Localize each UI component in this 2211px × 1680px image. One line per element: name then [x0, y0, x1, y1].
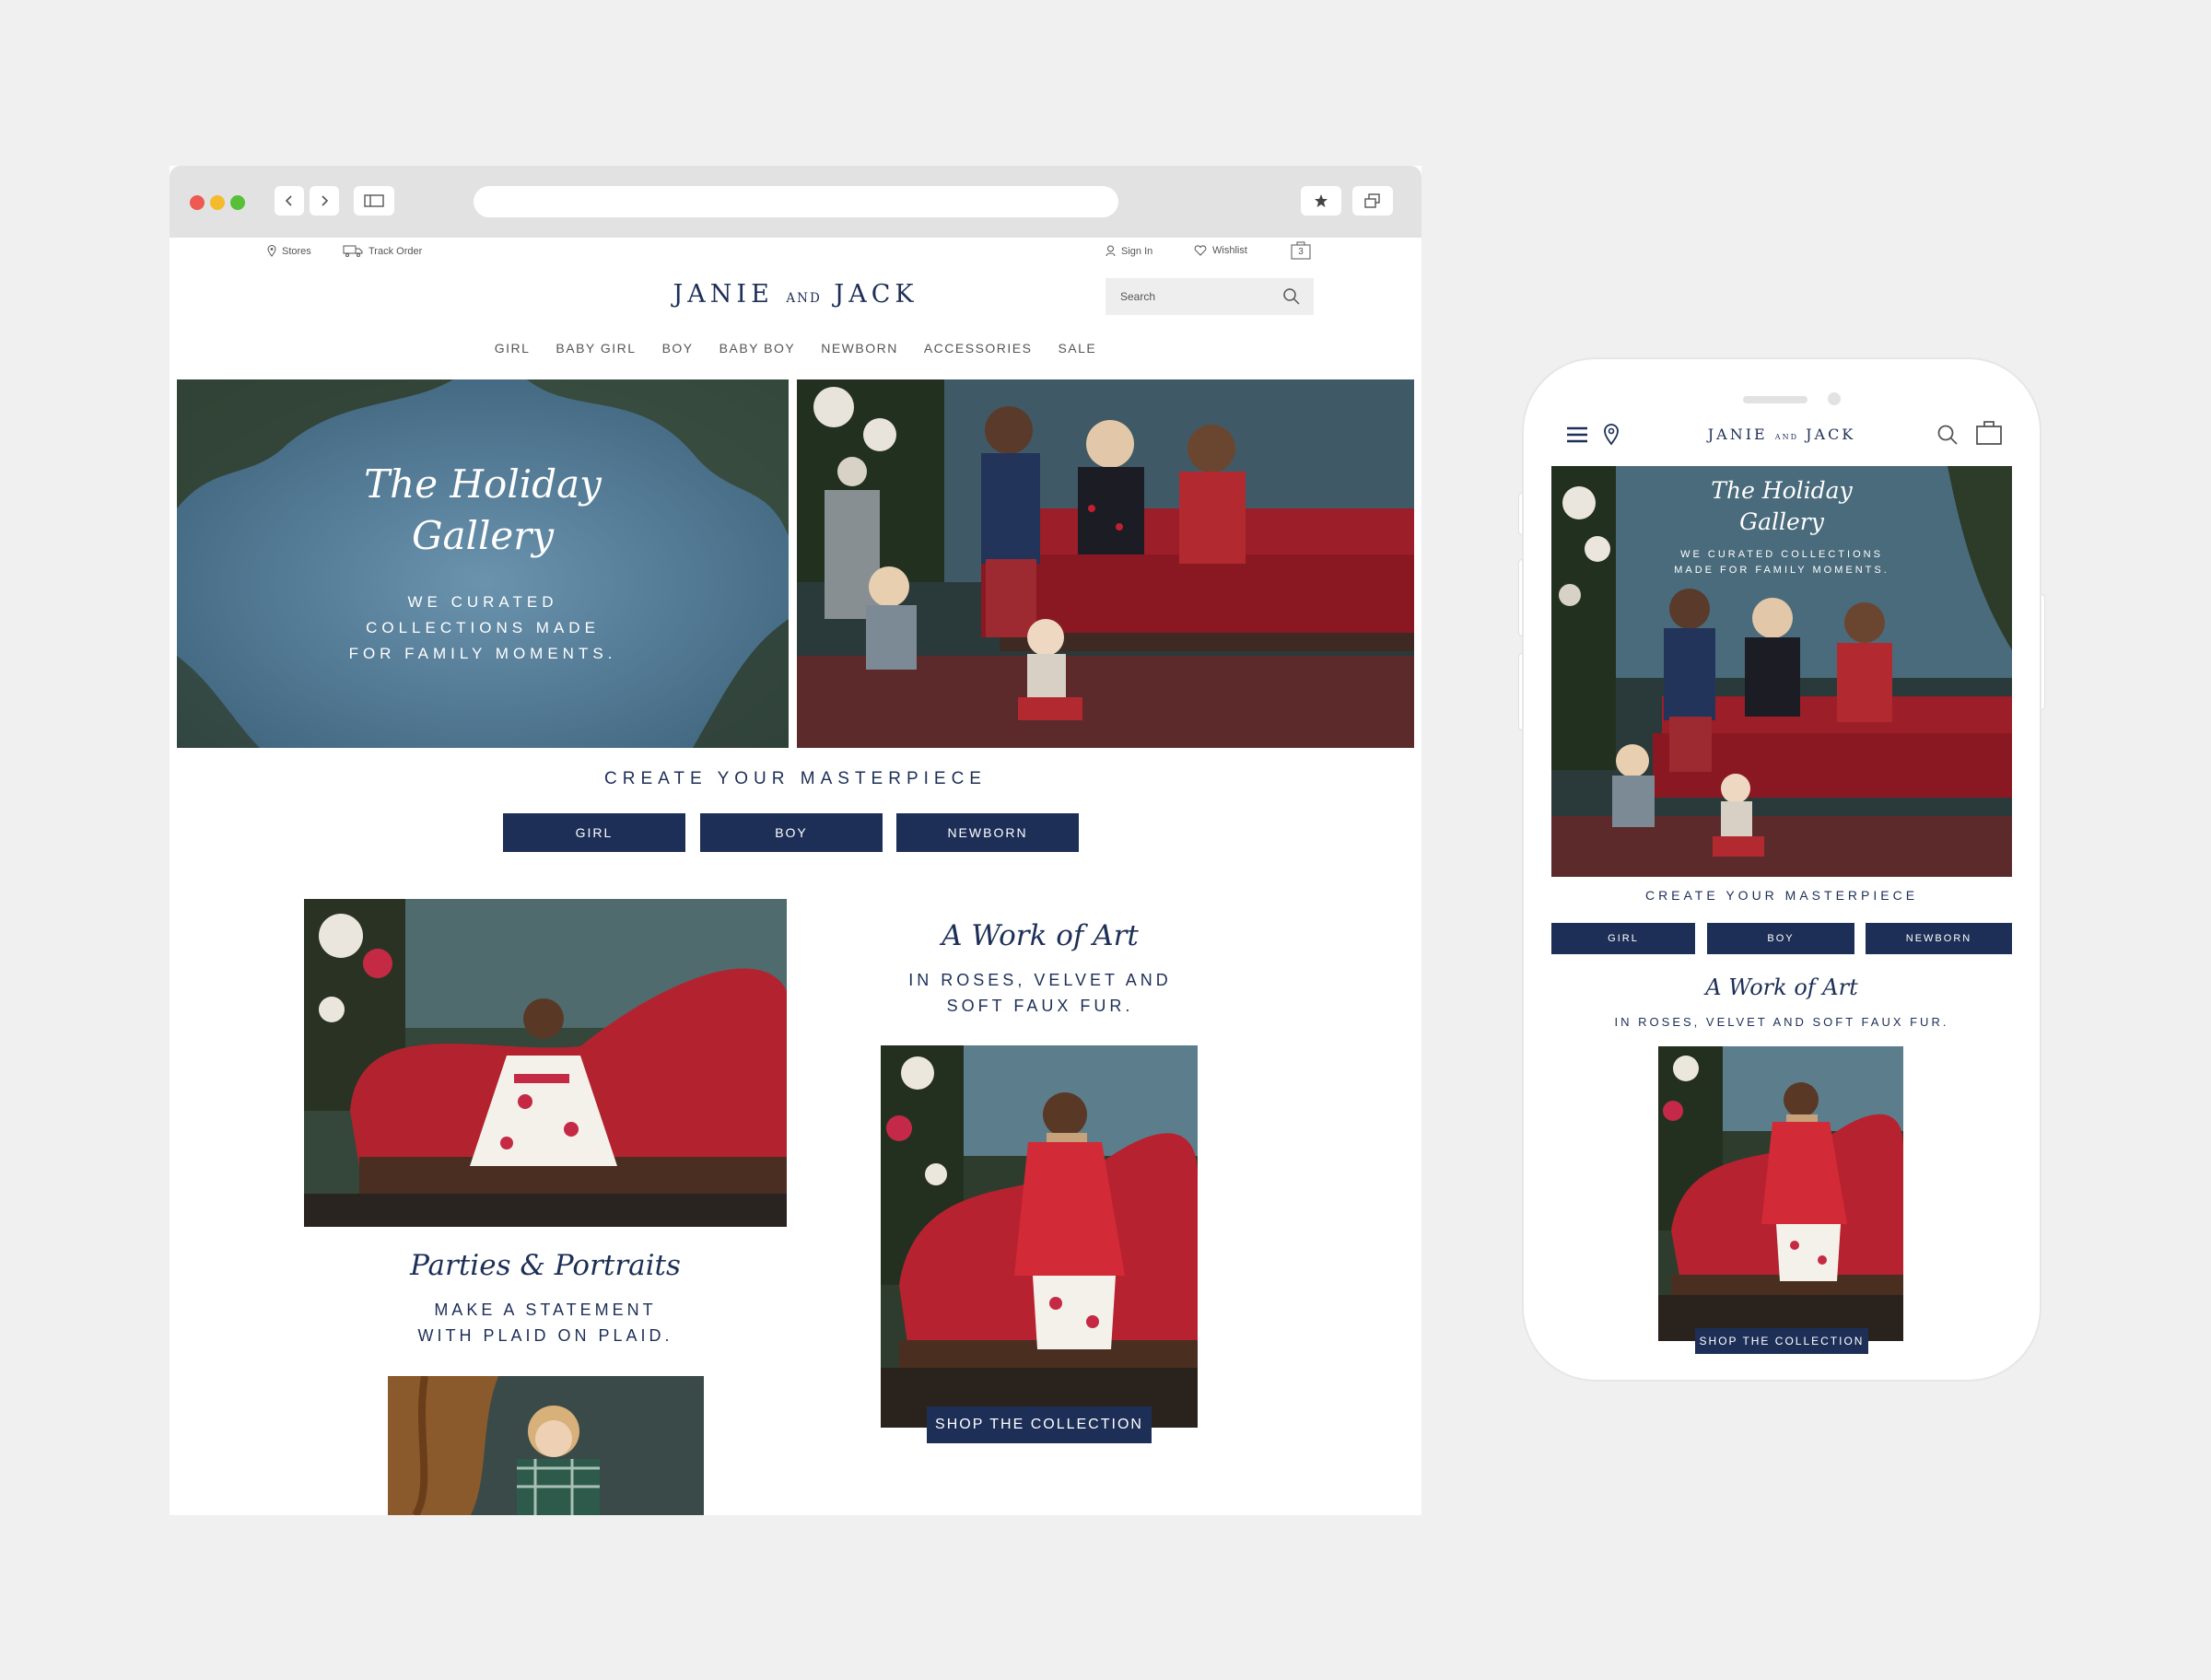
phone-shop-the-collection-button[interactable]: SHOP THE COLLECTION [1695, 1328, 1868, 1354]
masterpiece-heading: CREATE YOUR MASTERPIECE [604, 769, 987, 788]
nav-baby-boy[interactable]: BABY BOY [719, 341, 796, 356]
wishlist-label: Wishlist [1212, 245, 1247, 256]
search-input[interactable]: Search [1106, 278, 1314, 315]
cart-count: 3 [1298, 247, 1304, 257]
logo-word-and: AND [786, 291, 822, 306]
phone-work-of-art-line1: IN ROSES, VELVET AND SOFT FAUX FUR. [1614, 1015, 1949, 1029]
girl-floral-dress-photo[interactable] [304, 899, 787, 1227]
shopping-bag-icon: 3 [1290, 239, 1312, 260]
phone-masterpiece-heading: CREATE YOUR MASTERPIECE [1644, 888, 1919, 903]
shop-girl-button[interactable]: GIRL [503, 813, 685, 852]
girl-red-coat-photo[interactable] [881, 1045, 1198, 1428]
sign-in-label: Sign In [1121, 245, 1153, 257]
nav-boy[interactable]: BOY [662, 341, 694, 356]
phone-shop-girl-button[interactable]: GIRL [1551, 923, 1695, 954]
search-placeholder: Search [1120, 290, 1156, 303]
logo-word-jack: JACK [834, 280, 918, 309]
work-of-art-line1: IN ROSES, VELVET AND [908, 971, 1172, 989]
bookmark-star-icon[interactable] [1301, 186, 1341, 216]
nav-sale[interactable]: SALE [1058, 341, 1096, 356]
boy-plaid-photo[interactable] [388, 1376, 704, 1515]
main-navigation: GIRL BABY GIRL BOY BABY BOY NEWBORN ACCE… [170, 341, 1421, 356]
shop-the-collection-button[interactable]: SHOP THE COLLECTION [927, 1406, 1152, 1443]
nav-newborn[interactable]: NEWBORN [821, 341, 898, 356]
phone-logo-word-jack: JACK [1806, 426, 1856, 443]
parties-portraits-title: Parties & Portraits [410, 1249, 681, 1282]
hero-title-line2: Gallery [411, 513, 555, 558]
sign-in-link[interactable]: Sign In [1106, 245, 1152, 257]
new-window-icon[interactable] [1352, 186, 1393, 216]
close-window-icon[interactable] [190, 195, 205, 210]
nav-baby-girl[interactable]: BABY GIRL [556, 341, 636, 356]
painted-sky-backdrop [177, 379, 789, 748]
minimize-window-icon[interactable] [210, 195, 225, 210]
search-icon[interactable] [1282, 287, 1301, 306]
stores-link[interactable]: Stores [267, 245, 311, 257]
shop-newborn-button[interactable]: NEWBORN [896, 813, 1079, 852]
wishlist-link[interactable]: Wishlist [1194, 245, 1247, 256]
shop-boy-button[interactable]: BOY [700, 813, 883, 852]
track-order-label: Track Order [368, 245, 423, 257]
hero-sub-line3: FOR FAMILY MOMENTS. [348, 645, 617, 662]
truck-icon [343, 245, 363, 257]
phone-search-icon[interactable] [1936, 424, 1959, 446]
heart-icon [1194, 245, 1207, 256]
work-of-art-title: A Work of Art [942, 919, 1139, 952]
location-pin-icon [267, 245, 276, 257]
parties-line1: MAKE A STATEMENT [434, 1301, 657, 1319]
phone-logo-word-and: AND [1774, 433, 1798, 441]
hero-banner-text[interactable]: The Holiday Gallery WE CURATED COLLECTIO… [177, 379, 789, 748]
nav-girl[interactable]: GIRL [495, 341, 531, 356]
track-order-link[interactable]: Track Order [343, 245, 422, 257]
logo-word-janie: JANIE [673, 280, 774, 309]
nav-accessories[interactable]: ACCESSORIES [924, 341, 1033, 356]
hero-title-line1: The Holiday [364, 461, 602, 507]
phone-hero-title-line2: Gallery [1739, 508, 1824, 535]
cart-button[interactable]: 3 [1290, 239, 1312, 260]
phone-shop-boy-button[interactable]: BOY [1707, 923, 1854, 954]
hero-family-photo[interactable] [797, 379, 1414, 748]
phone-shopping-bag-icon[interactable] [1975, 418, 2003, 446]
phone-hero-sub-line1: WE CURATED COLLECTIONS [1680, 549, 1883, 560]
phone-work-of-art-title: A Work of Art [1705, 974, 1858, 1000]
address-bar[interactable] [474, 186, 1118, 217]
phone-hero-title-line1: The Holiday [1711, 477, 1853, 504]
back-icon[interactable] [275, 186, 304, 216]
phone-hero-sub-line2: MADE FOR FAMILY MOMENTS. [1674, 565, 1889, 576]
phone-shop-newborn-button[interactable]: NEWBORN [1866, 923, 2012, 954]
sidebar-toggle-icon[interactable] [354, 186, 394, 216]
browser-window: Stores Track Order Sign In Wishlist 3 JA… [170, 166, 1421, 1515]
user-icon [1106, 245, 1116, 257]
work-of-art-line2: SOFT FAUX FUR. [946, 997, 1134, 1015]
phone-logo-word-janie: JANIE [1707, 426, 1768, 443]
parties-line2: WITH PLAID ON PLAID. [417, 1326, 673, 1345]
hero-sub-line1: WE CURATED [407, 593, 558, 611]
phone-screen: JANIE AND JACK The Holiday Gallery WE CU… [1551, 359, 2012, 1380]
browser-chrome [170, 166, 1421, 238]
maximize-window-icon[interactable] [230, 195, 245, 210]
stores-label: Stores [282, 245, 311, 257]
hero-sub-line2: COLLECTIONS MADE [366, 619, 600, 636]
phone-hero-banner[interactable]: The Holiday Gallery WE CURATED COLLECTIO… [1551, 466, 2012, 877]
phone-frame: JANIE AND JACK The Holiday Gallery WE CU… [1524, 359, 2040, 1380]
forward-icon[interactable] [310, 186, 339, 216]
phone-girl-red-coat-photo[interactable] [1658, 1046, 1903, 1341]
